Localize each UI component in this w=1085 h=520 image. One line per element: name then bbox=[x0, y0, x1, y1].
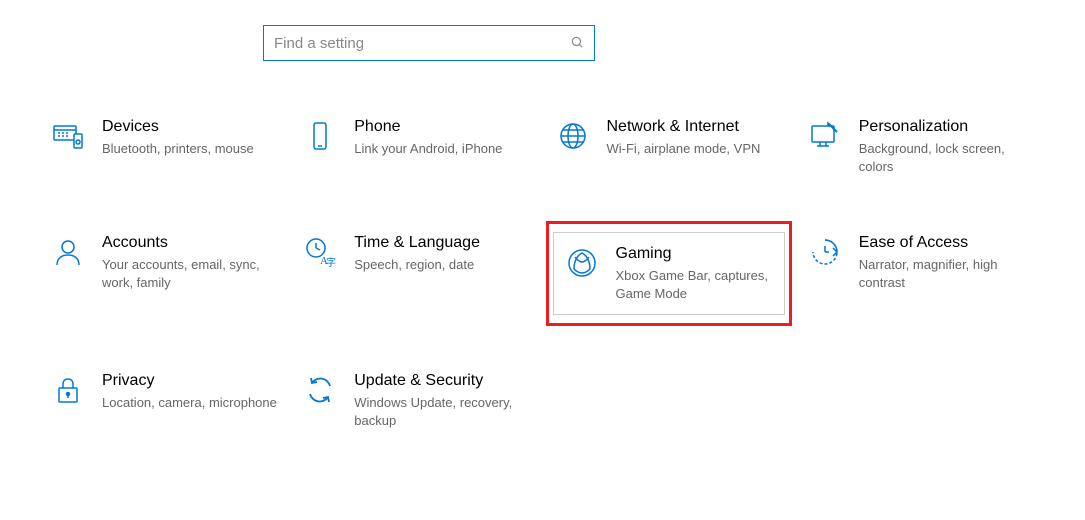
search-input[interactable] bbox=[274, 35, 570, 52]
category-gaming[interactable]: Gaming Xbox Game Bar, captures, Game Mod… bbox=[553, 232, 785, 315]
gaming-icon bbox=[564, 245, 600, 281]
category-update-security[interactable]: Update & Security Windows Update, recove… bbox=[300, 370, 532, 431]
category-desc: Background, lock screen, colors bbox=[859, 140, 1035, 175]
category-desc: Location, camera, microphone bbox=[102, 394, 277, 412]
category-phone[interactable]: Phone Link your Android, iPhone bbox=[300, 116, 532, 177]
category-desc: Narrator, magnifier, high contrast bbox=[859, 256, 1035, 291]
category-network[interactable]: Network & Internet Wi-Fi, airplane mode,… bbox=[553, 116, 785, 177]
search-box[interactable] bbox=[263, 25, 595, 61]
category-desc: Speech, region, date bbox=[354, 256, 480, 274]
category-accounts[interactable]: Accounts Your accounts, email, sync, wor… bbox=[48, 232, 280, 315]
accounts-icon bbox=[50, 234, 86, 270]
devices-icon bbox=[50, 118, 86, 154]
category-title: Devices bbox=[102, 118, 254, 136]
category-desc: Wi-Fi, airplane mode, VPN bbox=[607, 140, 761, 158]
search-icon bbox=[570, 35, 584, 52]
privacy-icon bbox=[50, 372, 86, 408]
category-title: Phone bbox=[354, 118, 502, 136]
category-title: Privacy bbox=[102, 372, 277, 390]
category-ease-of-access[interactable]: Ease of Access Narrator, magnifier, high… bbox=[805, 232, 1037, 315]
category-desc: Xbox Game Bar, captures, Game Mode bbox=[616, 267, 774, 302]
category-title: Personalization bbox=[859, 118, 1035, 136]
category-desc: Windows Update, recovery, backup bbox=[354, 394, 530, 429]
category-time-language[interactable]: A 字 Time & Language Speech, region, date bbox=[300, 232, 532, 315]
category-desc: Link your Android, iPhone bbox=[354, 140, 502, 158]
update-security-icon bbox=[302, 372, 338, 408]
category-personalization[interactable]: Personalization Background, lock screen,… bbox=[805, 116, 1037, 177]
category-gaming-highlight: Gaming Xbox Game Bar, captures, Game Mod… bbox=[546, 221, 792, 326]
categories-grid: Devices Bluetooth, printers, mouse Phone… bbox=[48, 116, 1037, 431]
category-desc: Bluetooth, printers, mouse bbox=[102, 140, 254, 158]
globe-icon bbox=[555, 118, 591, 154]
phone-icon bbox=[302, 118, 338, 154]
category-privacy[interactable]: Privacy Location, camera, microphone bbox=[48, 370, 280, 431]
svg-text:字: 字 bbox=[326, 256, 336, 268]
category-desc: Your accounts, email, sync, work, family bbox=[102, 256, 278, 291]
category-title: Update & Security bbox=[354, 372, 530, 390]
time-language-icon: A 字 bbox=[302, 234, 338, 270]
personalization-icon bbox=[807, 118, 843, 154]
category-title: Network & Internet bbox=[607, 118, 761, 136]
category-title: Gaming bbox=[616, 245, 774, 263]
category-title: Time & Language bbox=[354, 234, 480, 252]
category-title: Accounts bbox=[102, 234, 278, 252]
ease-of-access-icon bbox=[807, 234, 843, 270]
category-devices[interactable]: Devices Bluetooth, printers, mouse bbox=[48, 116, 280, 177]
category-title: Ease of Access bbox=[859, 234, 1035, 252]
